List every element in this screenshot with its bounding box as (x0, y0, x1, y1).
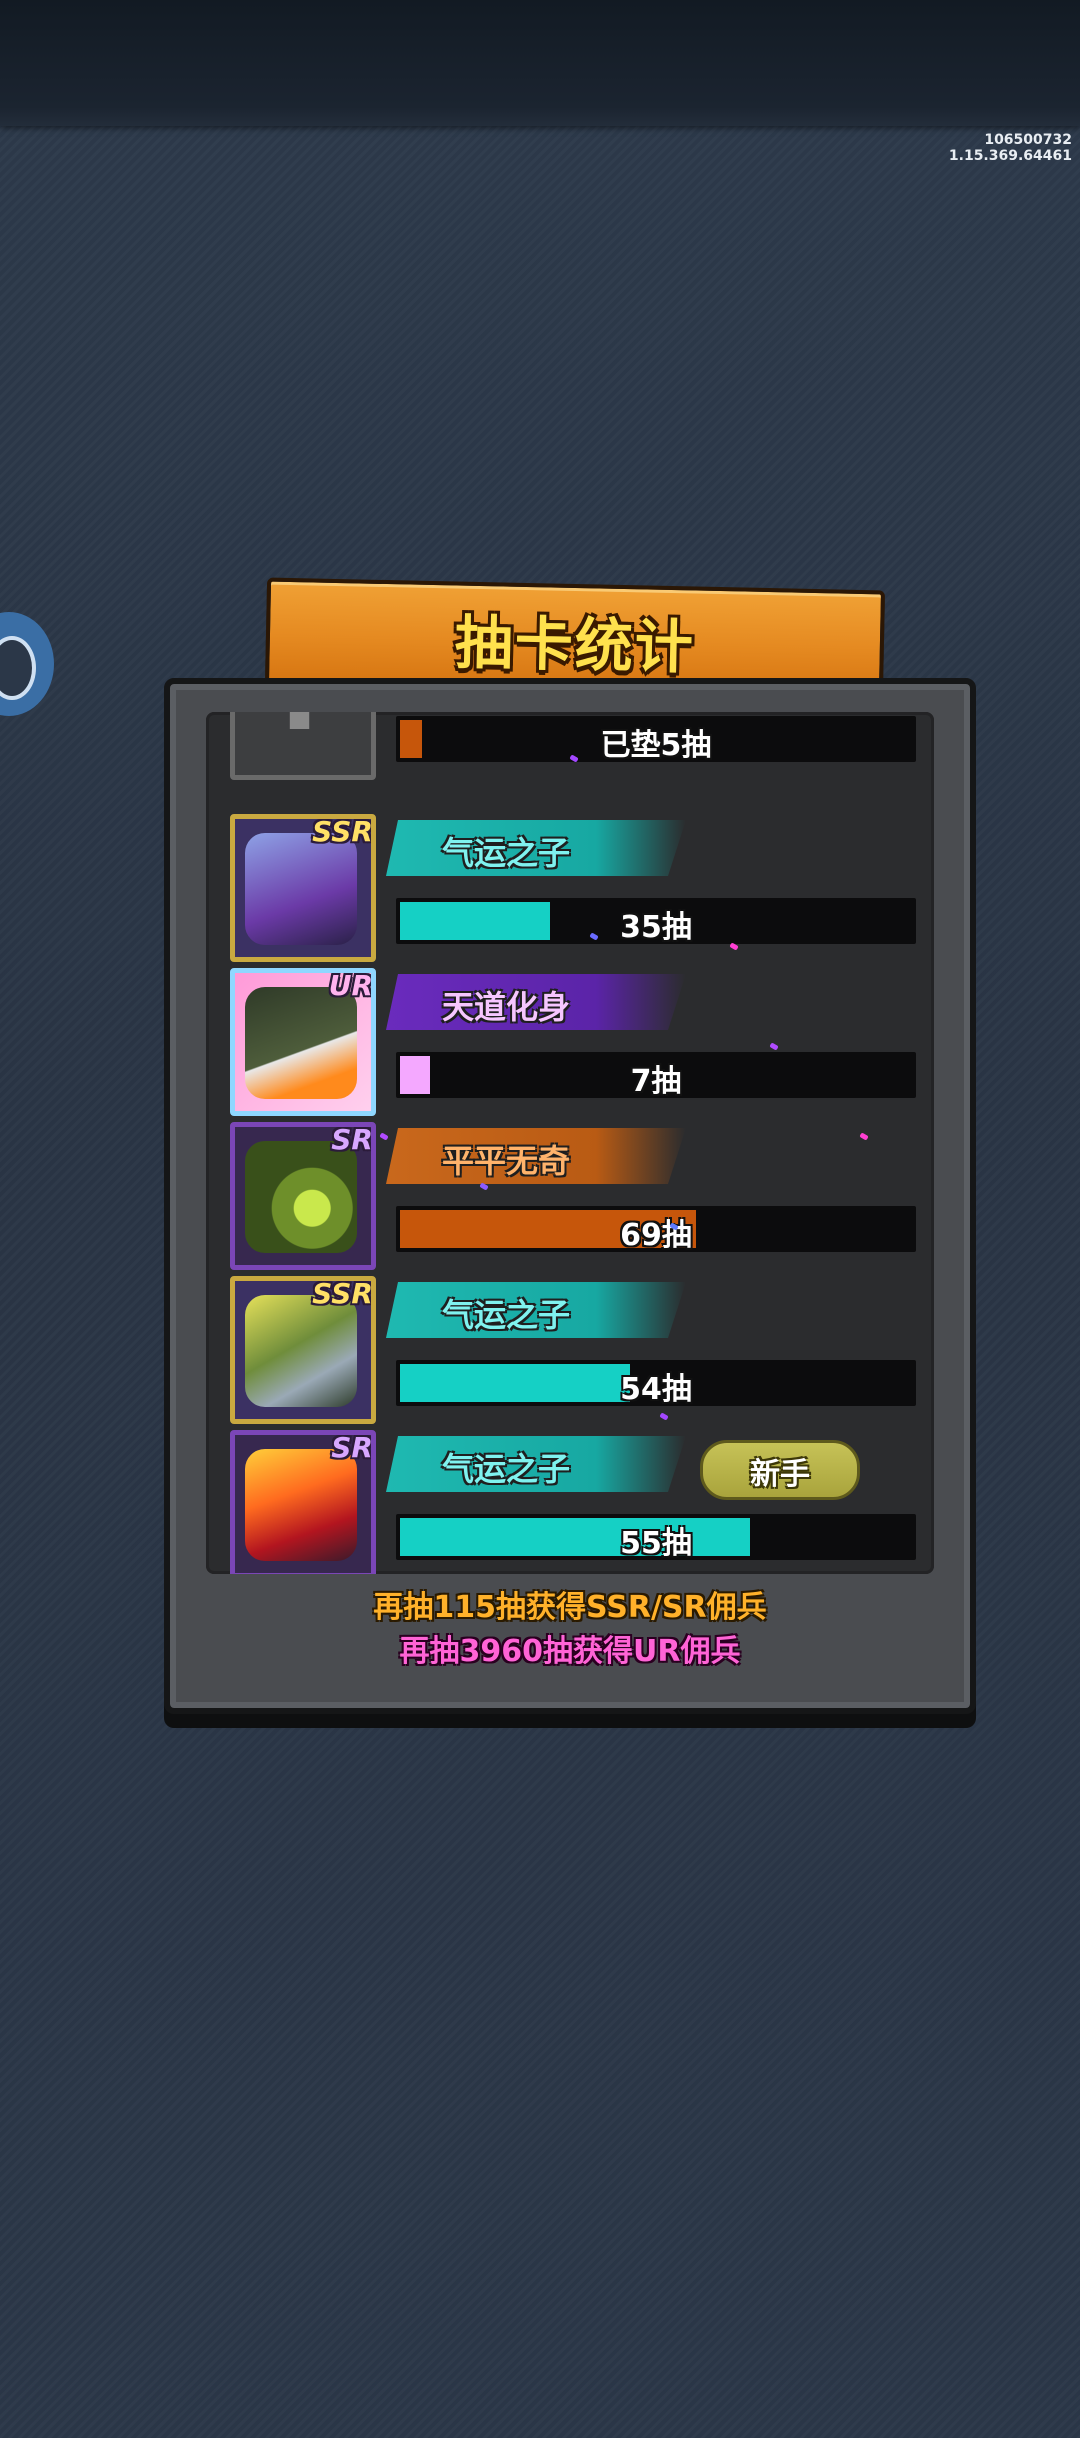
luck-tag: 气运之子 (386, 820, 686, 876)
client-version: 1.15.369.64461 (948, 148, 1072, 164)
list-item: ? 已垫5抽 (206, 712, 934, 786)
question-mark-icon: ? (235, 712, 371, 755)
luck-tag: 气运之子 (386, 1282, 686, 1338)
luck-tag-label: 气运之子 (441, 834, 570, 872)
luck-tag-label: 气运之子 (441, 1450, 570, 1488)
luck-tag-label: 气运之子 (441, 1296, 570, 1334)
luck-tag: 平平无奇 (386, 1128, 686, 1184)
newbie-badge: 新手 (700, 1440, 860, 1500)
rarity-badge: SR (331, 1123, 373, 1156)
rarity-badge: SSR (312, 1277, 373, 1310)
ssr-sr-pity-text: 再抽115抽获得SSR/SR佣兵 (373, 1590, 767, 1625)
rarity-badge: SR (331, 1431, 373, 1464)
list-item: UR 天道化身 7抽 (206, 968, 934, 1122)
ur-pity-text: 再抽3960抽获得UR佣兵 (399, 1634, 741, 1669)
progress-bar: 55抽 (396, 1514, 916, 1560)
newbie-badge-label: 新手 (750, 1457, 810, 1492)
build-number: 106500732 (984, 132, 1072, 148)
hero-portrait[interactable]: SR (230, 1122, 376, 1270)
hero-avatar (245, 1295, 357, 1407)
hero-avatar (245, 1449, 357, 1561)
list-item: SSR 气运之子 35抽 (206, 814, 934, 968)
hero-avatar (245, 833, 357, 945)
unknown-portrait[interactable]: ? (230, 712, 376, 780)
luck-tag-label: 平平无奇 (441, 1142, 570, 1180)
hero-portrait[interactable]: SR (230, 1430, 376, 1574)
progress-bar: 69抽 (396, 1206, 916, 1252)
pull-count: 55抽 (620, 1526, 692, 1560)
rarity-badge: SSR (312, 815, 373, 848)
hero-avatar (245, 987, 357, 1099)
pull-count: 7抽 (630, 1064, 682, 1098)
gacha-stats-panel: ? 已垫5抽 SSR 气运之子 35抽 UR 天道 (164, 678, 976, 1714)
pull-count: 69抽 (620, 1218, 692, 1252)
rarity-badge: UR (328, 969, 373, 1002)
hero-portrait[interactable]: SSR (230, 1276, 376, 1424)
list-item: SR 平平无奇 69抽 (206, 1122, 934, 1276)
progress-bar: 54抽 (396, 1360, 916, 1406)
stats-list[interactable]: ? 已垫5抽 SSR 气运之子 35抽 UR 天道 (206, 712, 934, 1574)
list-item: SSR 气运之子 54抽 (206, 1276, 934, 1430)
hero-portrait[interactable]: SSR (230, 814, 376, 962)
progress-bar: 已垫5抽 (396, 716, 916, 762)
page-title: 抽卡统计 (454, 608, 696, 682)
progress-bar: 35抽 (396, 898, 916, 944)
luck-tag: 气运之子 (386, 1436, 686, 1492)
list-item: SR 气运之子 新手 55抽 (206, 1430, 934, 1574)
pull-count: 已垫5抽 (600, 728, 712, 762)
top-bar (0, 0, 1080, 126)
progress-bar: 7抽 (396, 1052, 916, 1098)
version-info: 106500732 1.15.369.64461 (949, 132, 1072, 164)
pull-count: 54抽 (620, 1372, 692, 1406)
pull-count: 35抽 (620, 910, 692, 944)
hero-portrait[interactable]: UR (230, 968, 376, 1116)
side-menu-icon[interactable] (0, 612, 54, 716)
luck-tag-label: 天道化身 (441, 988, 570, 1026)
hero-avatar (245, 1141, 357, 1253)
luck-tag: 天道化身 (386, 974, 686, 1030)
